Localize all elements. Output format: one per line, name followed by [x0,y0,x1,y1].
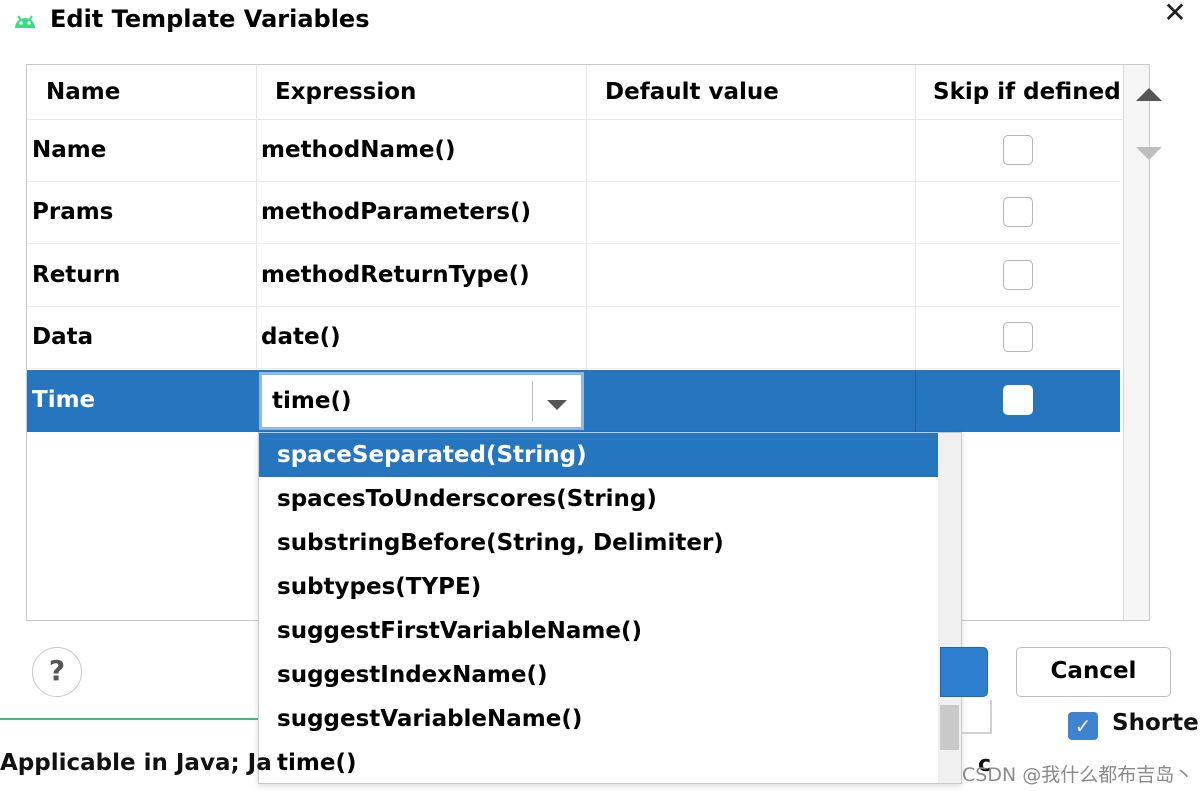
move-up-icon[interactable] [1136,88,1162,101]
column-header-skip-if-defined[interactable]: Skip if defined [915,65,1123,120]
variable-name: Time [32,387,96,413]
autocomplete-item[interactable]: spaceSeparated(String) [259,433,939,477]
variable-expression[interactable]: date() [261,307,341,369]
cancel-button[interactable]: Cancel [1016,647,1171,697]
table-row[interactable]: Name methodName() [27,120,1120,182]
autocomplete-item[interactable]: time() [259,741,939,785]
table-row[interactable]: Prams methodParameters() [27,182,1120,244]
expression-combo-value[interactable]: time() [272,375,351,427]
shorten-label: Shorten [1112,710,1200,736]
autocomplete-item[interactable]: spacesToUnderscores(String) [259,477,939,521]
expression-autocomplete-popup: spaceSeparated(String) spacesToUnderscor… [258,432,962,784]
watermark: CSDN @我什么都布吉岛丶 [962,764,1194,786]
close-icon[interactable]: ✕ [1158,0,1192,28]
column-header-expression[interactable]: Expression [256,65,586,120]
move-down-icon[interactable] [1136,147,1162,160]
variable-expression[interactable]: methodName() [261,120,456,182]
table-row[interactable]: Return methodReturnType() [27,245,1120,307]
autocomplete-item[interactable]: suggestFirstVariableName() [259,609,939,653]
skip-if-defined-checkbox[interactable] [1003,135,1033,165]
column-header-default-value[interactable]: Default value [586,65,915,120]
background-field-edge [962,700,992,734]
popup-scrollbar-thumb[interactable] [940,705,959,750]
help-button[interactable]: ? [32,647,82,697]
autocomplete-item[interactable]: substringBefore(String, Delimiter) [259,521,939,565]
table-row[interactable]: Data date() [27,307,1120,369]
skip-if-defined-checkbox[interactable] [1003,385,1033,415]
skip-if-defined-checkbox[interactable] [1003,322,1033,352]
chevron-down-icon[interactable] [547,400,567,410]
autocomplete-item[interactable]: suggestIndexName() [259,653,939,697]
variable-name: Data [32,324,94,350]
background-focus-line [0,718,258,720]
dialog-title: Edit Template Variables [50,5,370,33]
skip-if-defined-checkbox[interactable] [1003,260,1033,290]
android-icon [12,10,38,32]
variable-expression[interactable]: methodReturnType() [261,245,530,307]
ok-button[interactable] [940,647,988,697]
applicable-contexts-text[interactable]: Applicable in Java; Ja [0,750,272,776]
column-divider [915,370,916,432]
shorten-checkbox[interactable]: ✓ [1068,712,1098,740]
combo-divider [532,381,533,421]
expression-combo-box[interactable]: time() [259,372,584,430]
variable-name: Return [32,262,121,288]
autocomplete-item[interactable]: suggestVariableName() [259,697,939,741]
skip-if-defined-checkbox[interactable] [1003,197,1033,227]
variable-expression[interactable]: methodParameters() [261,182,531,244]
column-header-name[interactable]: Name [27,65,256,120]
variable-name: Prams [32,199,114,225]
autocomplete-item[interactable]: subtypes(TYPE) [259,565,939,609]
variable-name: Name [32,137,107,163]
